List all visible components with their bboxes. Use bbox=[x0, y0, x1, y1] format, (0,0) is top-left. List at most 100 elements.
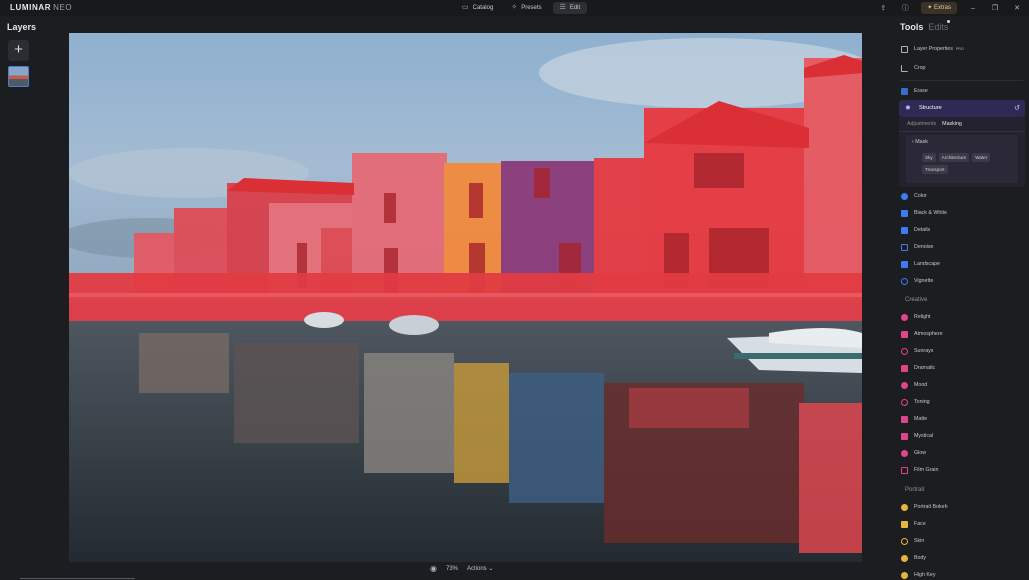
tool-label: Body bbox=[914, 555, 927, 561]
tool-glow[interactable]: Glow bbox=[901, 446, 926, 460]
tool-face[interactable]: Face bbox=[901, 517, 926, 531]
tool-label: Matte bbox=[914, 416, 928, 422]
tab-edit-label: Edit bbox=[569, 5, 581, 11]
chip-water[interactable]: Water bbox=[972, 153, 991, 162]
relight-icon bbox=[901, 313, 908, 321]
tool-portrait-bokeh[interactable]: Portrait Bokeh bbox=[901, 500, 948, 514]
eraser-icon bbox=[901, 87, 908, 95]
tool-black-white[interactable]: Black & White bbox=[901, 206, 947, 220]
tool-label: Toning bbox=[914, 399, 930, 405]
tool-layer-properties[interactable]: Layer Properties PRO bbox=[901, 42, 964, 56]
mood-icon bbox=[901, 381, 908, 389]
layer-thumbnail[interactable] bbox=[8, 66, 29, 87]
tool-matte[interactable]: Matte bbox=[901, 412, 927, 426]
landscape-icon bbox=[901, 260, 908, 268]
eye-icon[interactable]: ◉ bbox=[430, 564, 437, 573]
tool-mood[interactable]: Mood bbox=[901, 378, 927, 392]
tool-crop[interactable]: Crop bbox=[901, 61, 925, 75]
chevron-down-icon: ⌄ bbox=[488, 566, 494, 572]
tool-skin[interactable]: Skin bbox=[901, 534, 924, 548]
tab-presets[interactable]: ✧ Presets bbox=[504, 2, 548, 14]
tools-panel: Tools Edits Layer Properties PRO Crop Er… bbox=[893, 18, 1029, 580]
tool-body[interactable]: Body bbox=[901, 551, 926, 565]
dramatic-icon bbox=[901, 364, 908, 372]
tool-erase[interactable]: Erase bbox=[901, 84, 928, 98]
pro-badge: PRO bbox=[955, 47, 964, 51]
chip-sky[interactable]: Sky bbox=[922, 153, 936, 162]
tool-toning[interactable]: Toning bbox=[901, 395, 930, 409]
divider bbox=[901, 80, 1023, 81]
tool-label: Dramatic bbox=[914, 365, 936, 371]
subtab-adjustments[interactable]: Adjustments bbox=[907, 121, 936, 127]
tool-label: Atmosphere bbox=[914, 331, 943, 337]
structure-subtabs: Adjustments Masking bbox=[907, 121, 962, 127]
layers-icon bbox=[901, 45, 908, 53]
tool-atmosphere[interactable]: Atmosphere bbox=[901, 327, 943, 341]
tool-structure-header[interactable]: ✹ Structure ↺ bbox=[899, 100, 1025, 117]
divider bbox=[899, 131, 1025, 132]
mask-chips: Sky Architecture Water Transport bbox=[922, 153, 1014, 174]
mask-header[interactable]: ‹ Mask bbox=[912, 139, 928, 145]
tool-high-key[interactable]: High Key bbox=[901, 568, 936, 580]
info-icon[interactable]: ⓘ bbox=[899, 3, 911, 13]
tab-edit[interactable]: ☰ Edit bbox=[552, 2, 588, 14]
chip-architecture[interactable]: Architecture bbox=[938, 153, 970, 162]
actions-menu[interactable]: Actions ⌄ bbox=[467, 565, 493, 572]
layers-title: Layers bbox=[7, 22, 37, 32]
mask-label: Mask bbox=[915, 139, 928, 145]
tool-color[interactable]: Color bbox=[901, 189, 927, 203]
tool-label: Face bbox=[914, 521, 926, 527]
tool-label: Black & White bbox=[914, 210, 947, 216]
details-icon bbox=[901, 226, 908, 234]
tab-tools[interactable]: Tools bbox=[900, 22, 923, 32]
presets-icon: ✧ bbox=[511, 4, 518, 11]
tool-label: Denoise bbox=[914, 244, 934, 250]
body-icon bbox=[901, 554, 908, 562]
tab-catalog[interactable]: ▭ Catalog bbox=[455, 2, 500, 14]
close-icon[interactable]: ✕ bbox=[1011, 4, 1023, 12]
top-right-controls: ⇪ ⓘ ✦ Extras – ❐ ✕ bbox=[877, 2, 1023, 14]
tool-film-grain[interactable]: Film Grain bbox=[901, 463, 938, 477]
tool-details[interactable]: Details bbox=[901, 223, 930, 237]
mask-section: ‹ Mask Sky Architecture Water Transport bbox=[906, 135, 1018, 183]
tool-sunrays[interactable]: Sunrays bbox=[901, 344, 933, 358]
tool-label: Crop bbox=[914, 65, 926, 71]
matte-icon bbox=[901, 415, 908, 423]
chip-transport[interactable]: Transport bbox=[922, 165, 948, 174]
tool-label: Relight bbox=[914, 314, 931, 320]
tab-edits[interactable]: Edits bbox=[928, 22, 948, 32]
tool-label: Mood bbox=[914, 382, 928, 388]
tool-relight[interactable]: Relight bbox=[901, 310, 931, 324]
tool-denoise[interactable]: Denoise bbox=[901, 240, 933, 254]
tool-vignette[interactable]: Vignette bbox=[901, 274, 933, 288]
zoom-level[interactable]: 73% bbox=[446, 566, 458, 572]
photo-canvas[interactable] bbox=[69, 33, 862, 562]
tool-label: Portrait Bokeh bbox=[914, 504, 948, 510]
atmosphere-icon bbox=[901, 330, 908, 338]
reset-icon[interactable]: ↺ bbox=[1014, 104, 1020, 112]
color-icon bbox=[901, 192, 908, 200]
logo-main: LUMINAR bbox=[10, 3, 52, 12]
logo-sub: NEO bbox=[53, 3, 73, 12]
tool-landscape[interactable]: Landscape bbox=[901, 257, 940, 271]
panel-tabs: Tools Edits bbox=[900, 22, 948, 32]
sunrays-icon bbox=[901, 347, 908, 355]
extras-button[interactable]: ✦ Extras bbox=[921, 2, 957, 14]
minimize-icon[interactable]: – bbox=[967, 5, 979, 12]
tool-label: Layer Properties bbox=[914, 46, 953, 52]
tool-structure-body: Adjustments Masking ‹ Mask Sky Architect… bbox=[899, 117, 1025, 187]
bw-icon bbox=[901, 209, 908, 217]
portrait-bokeh-icon bbox=[901, 503, 908, 511]
subtab-masking[interactable]: Masking bbox=[942, 121, 962, 127]
tab-catalog-label: Catalog bbox=[472, 5, 494, 11]
tool-dramatic[interactable]: Dramatic bbox=[901, 361, 935, 375]
tool-label: Film Grain bbox=[914, 467, 939, 473]
horizontal-scrollbar[interactable] bbox=[20, 578, 135, 579]
add-layer-button[interactable]: + bbox=[8, 40, 29, 61]
tool-label: Color bbox=[914, 193, 927, 199]
extras-icon: ✦ bbox=[927, 5, 934, 11]
share-icon[interactable]: ⇪ bbox=[877, 4, 889, 12]
maximize-icon[interactable]: ❐ bbox=[989, 4, 1001, 12]
sliders-icon: ☰ bbox=[559, 4, 566, 11]
tool-mystical[interactable]: Mystical bbox=[901, 429, 933, 443]
